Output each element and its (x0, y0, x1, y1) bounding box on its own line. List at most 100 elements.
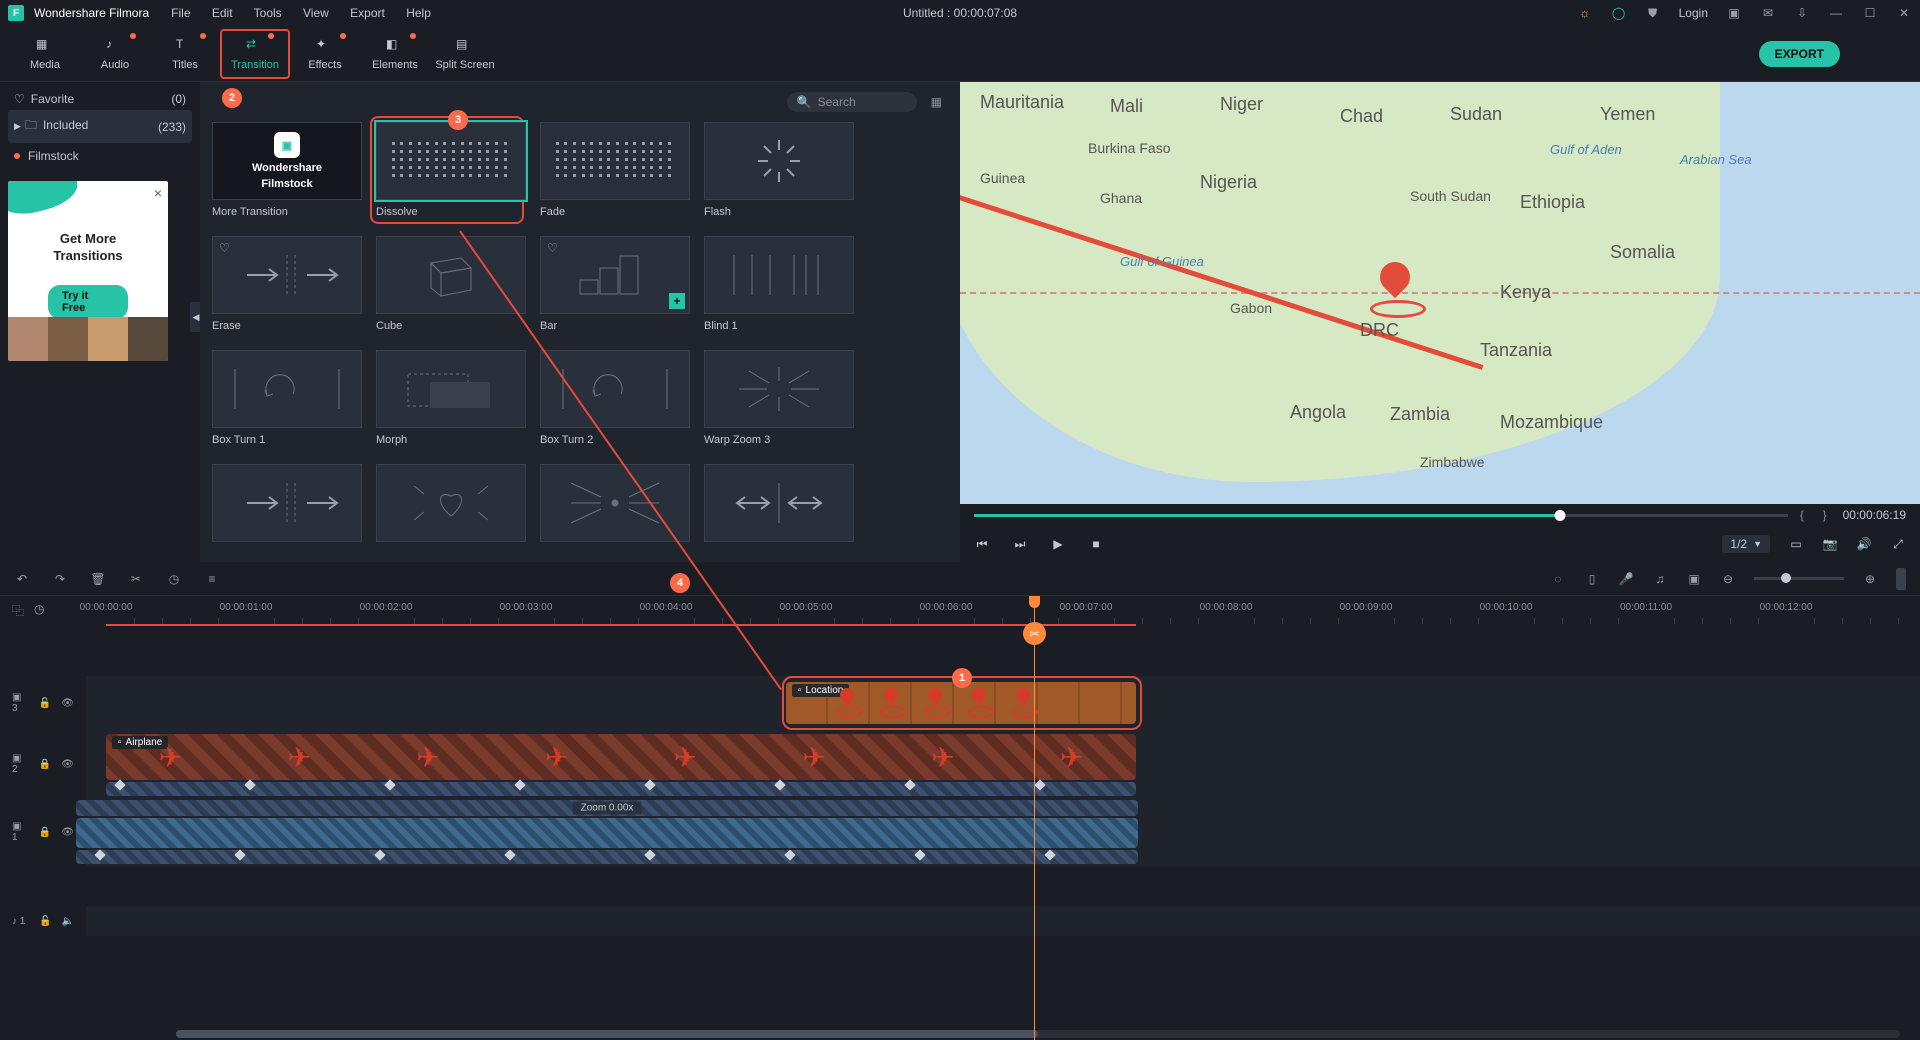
grid-view-icon[interactable]: ▦ (931, 95, 942, 109)
redo-icon[interactable]: ↷ (52, 571, 68, 587)
preview-canvas[interactable]: MauritaniaMaliNigerChadSudanYemenBurkina… (960, 82, 1920, 504)
save-icon[interactable]: ▣ (1726, 5, 1742, 21)
document-title: Untitled : 00:00:07:08 (903, 6, 1017, 20)
prev-frame-icon[interactable]: ⏮ (974, 536, 990, 552)
lock-icon[interactable]: 🔒 (39, 827, 51, 838)
preview-scale-select[interactable]: 1/2▼ (1722, 535, 1770, 553)
transition-label: Erase (212, 320, 362, 332)
lock-icon[interactable]: 🔒 (39, 759, 51, 770)
mail-icon[interactable]: ✉ (1760, 5, 1776, 21)
tab-media[interactable]: ▦Media (10, 31, 80, 77)
mark-in-out-icon[interactable]: { } (1800, 508, 1831, 522)
clip-location[interactable]: ▫Location (786, 682, 1136, 724)
sun-icon[interactable]: ☼ (1577, 5, 1593, 21)
promo-close-icon[interactable]: × (154, 185, 162, 201)
transition-item[interactable]: Flash (704, 122, 854, 218)
tab-transition[interactable]: ⇄Transition (220, 29, 290, 79)
tab-audio[interactable]: ♪Audio (80, 31, 150, 77)
menu-edit[interactable]: Edit (212, 6, 233, 20)
step-badge-3: 3 (448, 110, 468, 130)
stop-icon[interactable]: ■ (1088, 536, 1104, 552)
preview-scrubber[interactable] (974, 514, 1788, 517)
track-fit-icon[interactable]: ⿻ (12, 602, 24, 619)
transition-item[interactable]: Warp Zoom 3 (704, 350, 854, 446)
play-icon[interactable]: ▶ (1050, 536, 1066, 552)
clip-airplane[interactable]: ▫Airplane ✈✈✈✈✈✈✈✈ (106, 734, 1136, 780)
track-clock-icon[interactable]: ◷ (34, 602, 44, 619)
audio-mixer-icon[interactable]: ♫ (1652, 571, 1668, 587)
heart-icon[interactable]: ♡ (219, 241, 230, 255)
headset-icon[interactable]: ◯ (1611, 5, 1627, 21)
gift-icon[interactable]: ⛊ (1645, 5, 1661, 21)
tab-titles[interactable]: TTitles (150, 31, 220, 77)
ruler-tick: 00:00:07:00 (1060, 602, 1113, 613)
filmstock-row[interactable]: Filmstock (8, 143, 192, 169)
split-cut-icon[interactable]: ✂ (128, 571, 144, 587)
eye-icon[interactable]: 👁 (61, 698, 74, 709)
transition-item[interactable] (212, 464, 362, 542)
eye-icon[interactable]: 👁 (61, 827, 74, 838)
transition-item[interactable]: Dissolve (372, 118, 522, 222)
marker-icon[interactable]: ▯ (1584, 571, 1600, 587)
transition-item[interactable]: Box Turn 1 (212, 350, 362, 446)
timeline-ruler[interactable]: 00:00:00:0000:00:01:0000:00:02:0000:00:0… (86, 596, 1920, 630)
transition-item[interactable]: Cube (376, 236, 526, 332)
eye-icon[interactable]: 👁 (61, 759, 74, 770)
transition-item[interactable] (376, 464, 526, 542)
export-button[interactable]: EXPORT (1759, 41, 1840, 67)
timeline-scrollbar[interactable] (176, 1030, 1900, 1038)
login-button[interactable]: Login (1679, 6, 1708, 20)
transition-item[interactable]: Blind 1 (704, 236, 854, 332)
quality-icon[interactable]: ▭ (1788, 536, 1804, 552)
transition-item[interactable] (704, 464, 854, 542)
next-frame-icon[interactable]: ⏭ (1012, 536, 1028, 552)
promo-try-button[interactable]: Try it Free (48, 285, 128, 319)
menu-export[interactable]: Export (350, 6, 385, 20)
clip-zoom-top[interactable]: Zoom 0.00x (76, 800, 1138, 816)
transition-item[interactable]: ▣WondershareFilmstockMore Transition (212, 122, 362, 218)
search-input[interactable]: 🔍Search (787, 92, 917, 112)
lock-icon[interactable]: 🔓 (39, 916, 51, 927)
transition-item[interactable]: Morph (376, 350, 526, 446)
keyframe-icon[interactable]: ▣ (1686, 571, 1702, 587)
clip-main[interactable] (76, 818, 1138, 848)
delete-icon[interactable]: 🗑 (90, 571, 106, 587)
zoom-slider[interactable] (1754, 577, 1844, 580)
ruler-tick: 00:00:03:00 (500, 602, 553, 613)
window-minimize-icon[interactable]: — (1828, 5, 1844, 21)
volume-icon[interactable]: 🔊 (1856, 536, 1872, 552)
zoom-out-icon[interactable]: ⊖ (1720, 571, 1736, 587)
scissors-icon[interactable]: ✂ (1023, 622, 1046, 645)
mute-icon[interactable]: 🔈 (62, 916, 74, 927)
favorite-row[interactable]: ♡Favorite (0) (8, 88, 192, 110)
undo-icon[interactable]: ↶ (14, 571, 30, 587)
menu-tools[interactable]: Tools (254, 6, 282, 20)
playhead[interactable]: ✂ (1034, 596, 1035, 1040)
transition-item[interactable]: ♡ Erase (212, 236, 362, 332)
render-icon[interactable]: ◌ (1550, 571, 1566, 587)
menu-view[interactable]: View (303, 6, 329, 20)
included-row[interactable]: ▶🗀Included (233) (8, 110, 192, 143)
voiceover-icon[interactable]: 🎤 (1618, 571, 1634, 587)
timeline-collapse-icon[interactable] (1896, 568, 1906, 590)
transition-item[interactable]: ♡+Bar (540, 236, 690, 332)
zoom-in-icon[interactable]: ⊕ (1862, 571, 1878, 587)
download-icon[interactable]: ⇩ (1794, 5, 1810, 21)
fullscreen-icon[interactable]: ⤢ (1890, 536, 1906, 552)
speed-icon[interactable]: ◷ (166, 571, 182, 587)
window-maximize-icon[interactable]: ☐ (1862, 5, 1878, 21)
window-close-icon[interactable]: ✕ (1896, 5, 1912, 21)
menu-help[interactable]: Help (406, 6, 431, 20)
menu-file[interactable]: File (171, 6, 190, 20)
transition-item[interactable]: Box Turn 2 (540, 350, 690, 446)
adjust-icon[interactable]: ≡ (204, 571, 220, 587)
snapshot-icon[interactable]: 📷 (1822, 536, 1838, 552)
tab-effects[interactable]: ✦Effects (290, 31, 360, 77)
lock-icon[interactable]: 🔓 (39, 698, 51, 709)
heart-icon[interactable]: ♡ (547, 241, 558, 255)
add-icon[interactable]: + (669, 293, 685, 309)
transition-label: Flash (704, 206, 854, 218)
tab-elements[interactable]: ◧Elements (360, 31, 430, 77)
transition-item[interactable]: Fade (540, 122, 690, 218)
tab-splitscreen[interactable]: ▤Split Screen (430, 31, 500, 77)
